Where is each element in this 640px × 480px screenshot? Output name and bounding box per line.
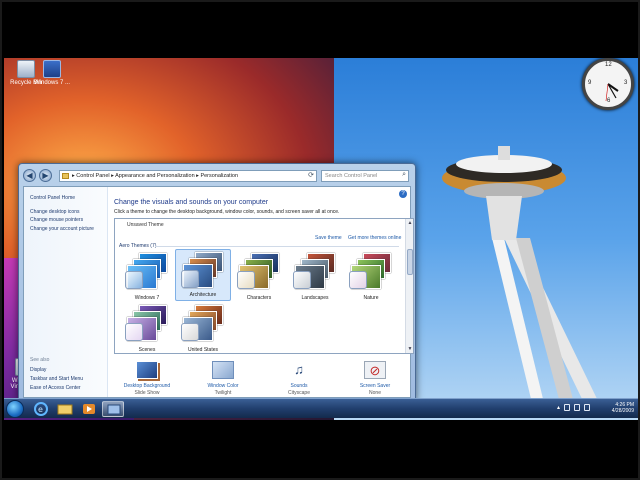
setting-value: Cityscape	[288, 390, 310, 396]
taskbar-ie-icon[interactable]: e	[30, 401, 52, 417]
address-text: ▸ Control Panel ▸ Appearance and Persona…	[72, 173, 239, 179]
window-color-swatch	[237, 271, 255, 289]
desktop: Recycle Bin Windows 7 ... Windows Virtua…	[4, 58, 638, 420]
desktop-icon-windows-7[interactable]: Windows 7 ...	[32, 60, 72, 86]
theme-scenes[interactable]: Scenes	[119, 303, 175, 355]
window-color-button[interactable]: Window Color Twilight	[188, 357, 258, 396]
scroll-up-icon[interactable]: ▲	[406, 220, 414, 226]
taskbar-explorer-icon[interactable]	[54, 401, 76, 417]
space-needle-image	[442, 146, 599, 403]
setting-label: Screen Saver	[359, 383, 391, 389]
setting-value: Twilight	[214, 390, 232, 396]
personalization-window: ◀ ▶ ▸ Control Panel ▸ Appearance and Per…	[18, 163, 416, 403]
page-description: Click a theme to change the desktop back…	[114, 209, 340, 215]
window-color-swatch	[293, 271, 311, 289]
window-color-swatch	[181, 270, 199, 288]
svg-text:e: e	[38, 405, 43, 414]
window-color-swatch	[125, 323, 143, 341]
volume-icon[interactable]	[584, 404, 590, 411]
clock-gadget[interactable]: 12 3 6 9	[582, 58, 634, 110]
theme-group-title: Aero Themes (7)	[119, 243, 157, 249]
setting-label: Window Color	[207, 383, 239, 389]
see-also-header: See also	[30, 357, 50, 363]
setting-value: None	[369, 390, 381, 396]
window-title-bar[interactable]: ◀ ▶ ▸ Control Panel ▸ Appearance and Per…	[23, 168, 411, 184]
sidebar: Control Panel Home Change desktop icons …	[24, 187, 108, 397]
scrollbar-thumb[interactable]	[407, 249, 413, 275]
taskbar-media-player-icon[interactable]	[78, 401, 100, 417]
page-title: Change the visuals and sounds on your co…	[114, 199, 269, 206]
setting-value: Slide Show	[134, 390, 160, 396]
control-panel-icon	[62, 173, 69, 179]
theme-name: Nature	[363, 295, 379, 301]
unsaved-theme-label[interactable]: Unsaved Theme	[127, 222, 164, 228]
window-color-icon	[212, 361, 234, 379]
screen-saver-icon: ⊘	[364, 361, 386, 379]
desktop-background-icon	[136, 361, 158, 379]
group-divider	[155, 246, 399, 247]
address-bar[interactable]: ▸ Control Panel ▸ Appearance and Persona…	[59, 170, 317, 182]
theme-characters[interactable]: Characters	[231, 251, 287, 303]
search-input[interactable]: Search Control Panel ⌕	[321, 170, 409, 182]
network-icon[interactable]	[574, 404, 580, 411]
refresh-icon[interactable]: ⟳	[308, 171, 314, 181]
setting-label: Sounds	[290, 383, 308, 389]
taskbar-control-panel-button[interactable]	[102, 401, 124, 417]
clock-readout[interactable]: 4:26 PM 4/28/2009	[604, 401, 634, 414]
theme-united-states[interactable]: United States	[175, 303, 231, 355]
clock-hands-icon	[605, 83, 619, 102]
desktop-icon-label: Windows 7 ...	[33, 80, 70, 86]
windows-7-icon	[43, 60, 61, 78]
window-body: ? Control Panel Home Change desktop icon…	[23, 186, 414, 398]
theme-name: Scenes	[138, 347, 156, 353]
theme-list: Unsaved Theme Save theme Get more themes…	[114, 218, 414, 354]
action-center-icon[interactable]	[564, 404, 570, 411]
theme-architecture[interactable]: Architecture	[175, 249, 231, 301]
sounds-icon: ♫	[294, 362, 304, 377]
save-theme-link[interactable]: Save theme	[315, 235, 342, 241]
back-button[interactable]: ◀	[23, 169, 36, 182]
setting-label: Desktop Background	[123, 383, 171, 389]
theme-name: Windows 7	[134, 295, 160, 301]
tray-arrow-icon[interactable]: ▴	[554, 404, 560, 411]
get-more-themes-link[interactable]: Get more themes online	[348, 235, 401, 241]
sidebar-item-account-picture[interactable]: Change your account picture	[30, 226, 94, 232]
tray-date: 4/28/2009	[611, 408, 634, 414]
theme-name: Architecture	[189, 292, 217, 298]
taskbar: e ▴ 4:26 PM 4/28/2009	[4, 398, 638, 418]
sounds-button[interactable]: ♫ Sounds Cityscape	[264, 357, 334, 396]
main-panel: Change the visuals and sounds on your co…	[112, 187, 414, 397]
screen-saver-button[interactable]: ⊘ Screen Saver None	[340, 357, 410, 396]
window-color-swatch	[125, 271, 143, 289]
desktop-background-button[interactable]: Desktop Background Slide Show	[112, 357, 182, 396]
theme-list-scrollbar[interactable]: ▲ ▼	[405, 219, 413, 353]
scroll-down-icon[interactable]: ▼	[406, 346, 414, 352]
sidebar-item-control-panel-home[interactable]: Control Panel Home	[30, 195, 75, 201]
theme-windows-7[interactable]: Windows 7	[119, 251, 175, 303]
sidebar-item-mouse-pointers[interactable]: Change mouse pointers	[30, 217, 83, 223]
theme-name: United States	[187, 347, 219, 353]
window-color-swatch	[181, 323, 199, 341]
sidebar-item-taskbar[interactable]: Taskbar and Start Menu	[30, 376, 83, 382]
screen: Recycle Bin Windows 7 ... Windows Virtua…	[0, 0, 640, 480]
theme-name: Characters	[246, 295, 272, 301]
theme-landscapes[interactable]: Landscapes	[287, 251, 343, 303]
theme-name: Landscapes	[301, 295, 329, 301]
system-tray: ▴ 4:26 PM 4/28/2009	[554, 401, 634, 417]
search-placeholder: Search Control Panel	[325, 173, 378, 179]
theme-nature[interactable]: Nature	[343, 251, 399, 303]
sidebar-item-desktop-icons[interactable]: Change desktop icons	[30, 209, 79, 215]
search-icon[interactable]: ⌕	[402, 170, 406, 180]
forward-button[interactable]: ▶	[39, 169, 52, 182]
window-color-swatch	[349, 271, 367, 289]
sidebar-item-ease-of-access[interactable]: Ease of Access Center	[30, 385, 81, 391]
sidebar-item-display[interactable]: Display	[30, 367, 46, 373]
start-button[interactable]	[6, 400, 24, 418]
